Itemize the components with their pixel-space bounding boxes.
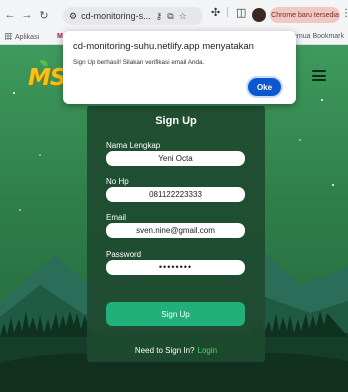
password-label: Password xyxy=(106,250,142,259)
apps-grid-icon xyxy=(5,33,12,40)
login-link[interactable]: Login xyxy=(198,346,218,355)
hamburger-menu-icon[interactable] xyxy=(312,70,326,81)
alert-dialog: cd-monitoring-suhu.netlify.app menyataka… xyxy=(63,31,296,104)
bookmark-apps[interactable]: Aplikasi xyxy=(5,33,39,41)
side-panel-icon[interactable]: ◫ xyxy=(236,6,246,19)
bookmark-item[interactable]: M xyxy=(57,33,63,40)
site-settings-icon[interactable]: ⚙ xyxy=(69,11,77,22)
extensions-icon[interactable]: ✣ xyxy=(211,6,220,19)
signin-prompt: Need to Sign In? Login xyxy=(87,346,265,355)
forward-icon[interactable]: → xyxy=(20,6,34,24)
phone-input[interactable]: 081122223333 xyxy=(106,187,245,202)
password-key-icon[interactable]: ⚷ xyxy=(156,11,163,22)
password-input[interactable]: •••••••• xyxy=(106,260,245,275)
form-title: Sign Up xyxy=(155,115,197,127)
chrome-update-button[interactable]: Chrome baru tersedia xyxy=(270,7,340,23)
email-input[interactable]: sven.nine@gmail.com xyxy=(106,223,245,238)
profile-avatar[interactable] xyxy=(252,8,266,22)
url-text: cd-monitoring-s... xyxy=(81,11,151,21)
signup-card: Sign Up Nama Lengkap Yeni Octa No Hp 081… xyxy=(87,106,265,362)
email-label: Email xyxy=(106,213,127,222)
name-label: Nama Lengkap xyxy=(106,141,161,150)
dialog-title: cd-monitoring-suhu.netlify.app menyataka… xyxy=(73,41,254,52)
full-name-input[interactable]: Yeni Octa xyxy=(106,151,245,166)
app-logo[interactable]: MS xyxy=(28,60,66,91)
reload-icon[interactable]: ↻ xyxy=(37,6,51,24)
logo-text: MS xyxy=(28,65,66,91)
toolbar-divider: | xyxy=(226,6,229,18)
all-bookmarks[interactable]: Semua Bookmark xyxy=(288,33,344,40)
bookmark-star-icon[interactable]: ☆ xyxy=(179,11,187,22)
phone-label: No Hp xyxy=(106,177,129,186)
menu-kebab-icon[interactable]: ⋮ xyxy=(341,8,348,19)
signin-prompt-text: Need to Sign In? xyxy=(134,346,195,355)
back-icon[interactable]: ← xyxy=(3,6,17,24)
share-icon[interactable]: ⧉ xyxy=(167,11,173,22)
dialog-message: Sign Up berhasil! Silakan verifikasi ema… xyxy=(73,59,205,66)
address-bar[interactable]: ⚙ cd-monitoring-s... ⚷ ⧉ ☆ xyxy=(63,7,203,25)
dialog-ok-button[interactable]: Oke xyxy=(248,78,281,96)
signup-button[interactable]: Sign Up xyxy=(106,302,245,326)
browser-toolbar: ← → ↻ ⚙ cd-monitoring-s... ⚷ ⧉ ☆ ✣ | ◫ C… xyxy=(0,0,348,30)
bookmark-apps-label: Aplikasi xyxy=(15,34,40,41)
